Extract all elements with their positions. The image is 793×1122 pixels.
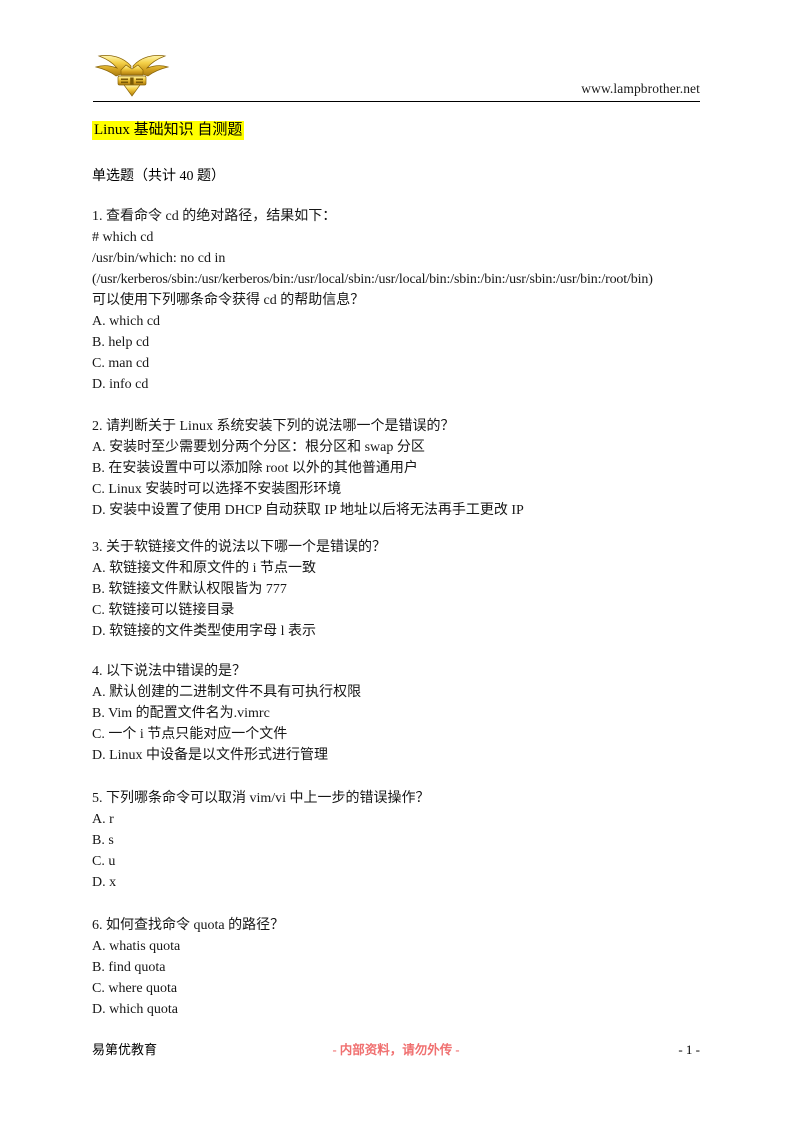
question-stem: 3. 关于软链接文件的说法以下哪一个是错误的？ bbox=[92, 540, 386, 555]
question-stem: 2. 请判断关于 Linux 系统安装下列的说法哪一个是错误的？ bbox=[92, 419, 455, 434]
document-page: www.lampbrother.net Linux 基础知识 自测题 单选题（共… bbox=[0, 0, 793, 1122]
answer-option-c: C. Linux 安装时可以选择不安装图形环境 bbox=[92, 482, 342, 497]
answer-option-b: B. Vim 的配置文件名为.vimrc bbox=[92, 706, 270, 721]
answer-option-d: D. x bbox=[92, 875, 117, 890]
answer-option-c: C. man cd bbox=[92, 356, 150, 371]
answer-option-d: D. 软链接的文件类型使用字母 l 表示 bbox=[92, 624, 316, 639]
answer-option-b: B. find quota bbox=[92, 960, 166, 975]
answer-option-c: C. 一个 i 节点只能对应一个文件 bbox=[92, 727, 288, 742]
answer-option-c: C. 软链接可以链接目录 bbox=[92, 603, 235, 618]
answer-option-c: C. u bbox=[92, 854, 116, 869]
header-website-url: www.lampbrother.net bbox=[581, 81, 700, 96]
question-code-line: /usr/bin/which: no cd in bbox=[92, 251, 226, 266]
page-title: Linux 基础知识 自测题 bbox=[92, 120, 245, 141]
answer-option-d: D. 安装中设置了使用 DHCP 自动获取 IP 地址以后将无法再手工更改 IP bbox=[92, 503, 524, 518]
page-title-text: Linux 基础知识 自测题 bbox=[92, 121, 245, 140]
answer-option-a: A. which cd bbox=[92, 314, 161, 329]
question-stem: 4. 以下说法中错误的是？ bbox=[92, 664, 246, 679]
answer-option-d: D. which quota bbox=[92, 1002, 178, 1017]
question-block: 1. 查看命令 cd 的绝对路径，结果如下： # which cd /usr/b… bbox=[92, 206, 707, 395]
header-divider bbox=[93, 101, 700, 102]
question-block: 4. 以下说法中错误的是？ A. 默认创建的二进制文件不具有可执行权限 B. V… bbox=[92, 661, 707, 766]
question-prompt: 可以使用下列哪条命令获得 cd 的帮助信息？ bbox=[92, 293, 365, 308]
answer-option-b: B. help cd bbox=[92, 335, 150, 350]
page-footer: 易第优教育 - 内部资料，请勿外传 - - 1 - bbox=[92, 1040, 700, 1060]
answer-option-a: A. 软链接文件和原文件的 i 节点一致 bbox=[92, 561, 316, 576]
question-block: 6. 如何查找命令 quota 的路径？ A. whatis quota B. … bbox=[92, 915, 707, 1020]
answer-option-d: D. info cd bbox=[92, 377, 149, 392]
page-number: - 1 - bbox=[678, 1042, 700, 1057]
answer-option-b: B. 在安装设置中可以添加除 root 以外的其他普通用户 bbox=[92, 461, 418, 476]
question-code-line: # which cd bbox=[92, 230, 154, 245]
answer-option-c: C. where quota bbox=[92, 981, 178, 996]
question-block: 3. 关于软链接文件的说法以下哪一个是错误的？ A. 软链接文件和原文件的 i … bbox=[92, 537, 707, 642]
answer-option-a: A. whatis quota bbox=[92, 939, 181, 954]
answer-option-b: B. 软链接文件默认权限皆为 777 bbox=[92, 582, 287, 597]
footer-confidential-notice: - 内部资料，请勿外传 - bbox=[332, 1043, 460, 1057]
section-label: 单选题（共计 40 题） bbox=[92, 169, 225, 184]
lampbrother-winged-logo-icon bbox=[93, 52, 171, 98]
question-block: 5. 下列哪条命令可以取消 vim/vi 中上一步的错误操作？ A. r B. … bbox=[92, 788, 707, 893]
answer-option-a: A. 默认创建的二进制文件不具有可执行权限 bbox=[92, 685, 362, 700]
question-stem: 1. 查看命令 cd 的绝对路径，结果如下： bbox=[92, 209, 337, 224]
question-code-line: (/usr/kerberos/sbin:/usr/kerberos/bin:/u… bbox=[92, 272, 653, 287]
question-stem: 5. 下列哪条命令可以取消 vim/vi 中上一步的错误操作？ bbox=[92, 791, 430, 806]
answer-option-d: D. Linux 中设备是以文件形式进行管理 bbox=[92, 748, 329, 763]
answer-option-b: B. s bbox=[92, 833, 114, 848]
question-block: 2. 请判断关于 Linux 系统安装下列的说法哪一个是错误的？ A. 安装时至… bbox=[92, 416, 707, 521]
question-stem: 6. 如何查找命令 quota 的路径？ bbox=[92, 918, 285, 933]
page-header: www.lampbrother.net bbox=[93, 52, 700, 100]
answer-option-a: A. 安装时至少需要划分两个分区：根分区和 swap 分区 bbox=[92, 440, 425, 455]
answer-option-a: A. r bbox=[92, 812, 114, 827]
